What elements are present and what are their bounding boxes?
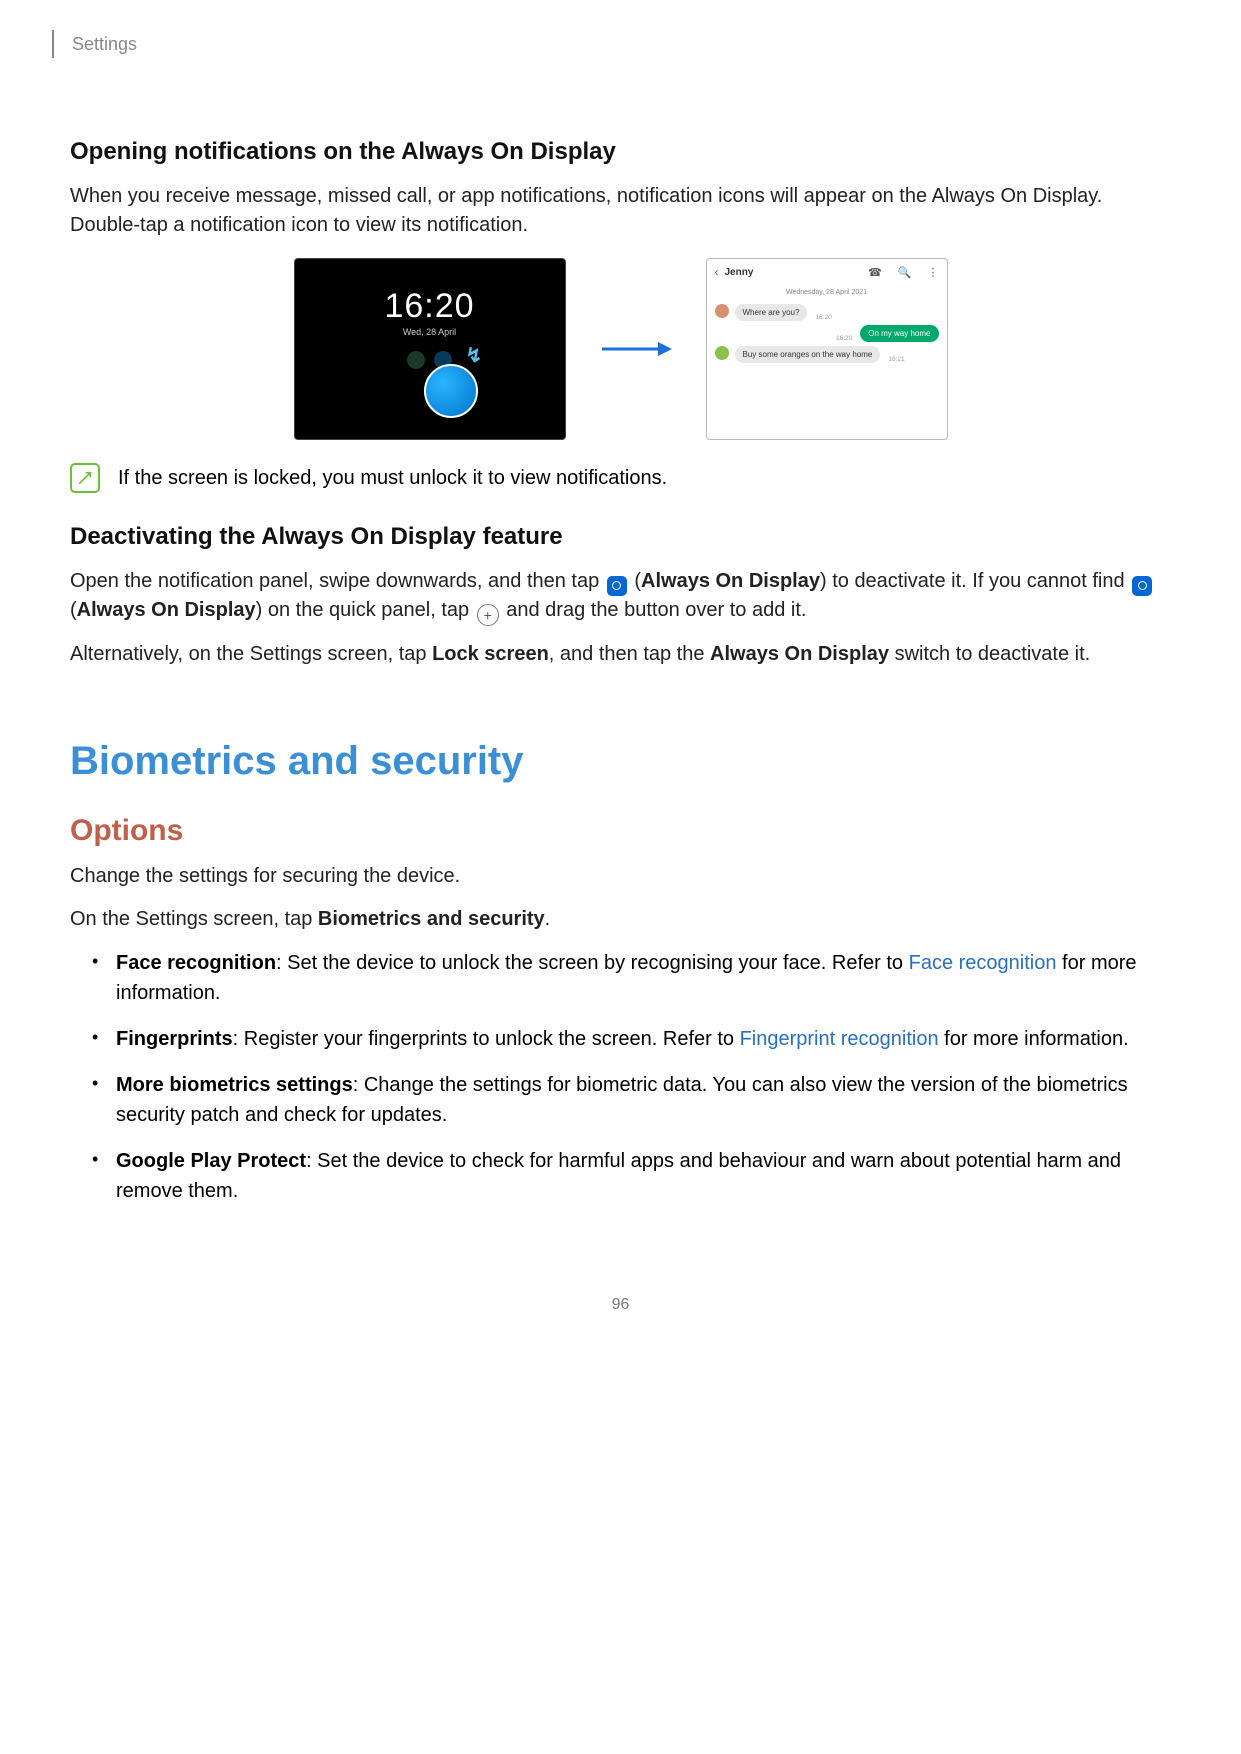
option-face-recognition: Face recognition: Set the device to unlo…: [100, 948, 1171, 1008]
chat-contact-name: Jenny: [725, 267, 754, 278]
aod-tap-cursor-icon: ↯: [466, 343, 488, 365]
chat-timestamp: 16:20: [836, 335, 852, 342]
heading-opening-notifications: Opening notifications on the Always On D…: [70, 138, 1171, 166]
aod-screenshot: 16:20 Wed, 28 April ↯: [294, 258, 566, 440]
text: ) to deactivate it. If you cannot find: [820, 570, 1130, 592]
text: : Set the device to unlock the screen by…: [276, 952, 909, 974]
para-options-intro1: Change the settings for securing the dev…: [70, 862, 1171, 891]
text: : Register your fingerprints to unlock t…: [233, 1028, 740, 1050]
aod-notification-icons: [295, 351, 565, 369]
chat-msg-3: Buy some oranges on the way home 16:21: [707, 344, 947, 365]
bold-lockscreen: Lock screen: [432, 643, 549, 665]
heading-deactivating-aod: Deactivating the Always On Display featu…: [70, 523, 1171, 551]
text: On the Settings screen, tap: [70, 908, 318, 930]
aod-tap-indicator: [424, 364, 478, 418]
chat-msg-1: Where are you? 16:20: [707, 302, 947, 323]
note-text: If the screen is locked, you must unlock…: [118, 462, 667, 492]
text: for more information.: [939, 1028, 1129, 1050]
aod-icon-1: [407, 351, 425, 369]
option-fingerprints: Fingerprints: Register your fingerprints…: [100, 1024, 1171, 1054]
text: switch to deactivate it.: [889, 643, 1090, 665]
option-label: Google Play Protect: [116, 1150, 306, 1172]
option-label: Face recognition: [116, 952, 276, 974]
figure-aod-to-chat: 16:20 Wed, 28 April ↯ ‹ Jenny ☎ 🔍 ⋮ Wedn…: [70, 258, 1171, 440]
back-icon: ‹: [715, 265, 719, 279]
chat-bubble: Buy some oranges on the way home: [735, 346, 881, 363]
option-label: More biometrics settings: [116, 1074, 353, 1096]
chat-header: ‹ Jenny ☎ 🔍 ⋮: [707, 259, 947, 285]
options-list: Face recognition: Set the device to unlo…: [70, 948, 1171, 1206]
aod-quick-icon: [607, 576, 627, 596]
arrow-icon: [596, 339, 676, 359]
text: (: [629, 570, 641, 592]
text: , and then tap the: [549, 643, 710, 665]
bold-aod: Always On Display: [641, 570, 820, 592]
chat-timestamp: 16:21: [888, 356, 904, 363]
text: Open the notification panel, swipe downw…: [70, 570, 605, 592]
text: ) on the quick panel, tap: [256, 599, 475, 621]
chat-msg-2: 16:20 On my way home: [707, 323, 947, 344]
breadcrumb: Settings: [52, 30, 1171, 58]
more-icon: ⋮: [928, 266, 939, 279]
chat-screenshot: ‹ Jenny ☎ 🔍 ⋮ Wednesday, 28 April 2021 W…: [706, 258, 948, 440]
bold-aod: Always On Display: [77, 599, 256, 621]
title-biometrics: Biometrics and security: [70, 739, 1171, 784]
text: Alternatively, on the Settings screen, t…: [70, 643, 432, 665]
search-icon: 🔍: [898, 266, 912, 279]
para-options-intro2: On the Settings screen, tap Biometrics a…: [70, 905, 1171, 934]
phone-icon: ☎: [868, 266, 882, 279]
para-deactivate-2: Alternatively, on the Settings screen, t…: [70, 640, 1171, 669]
bold-biometrics: Biometrics and security: [318, 908, 545, 930]
chat-date: Wednesday, 28 April 2021: [707, 285, 947, 302]
aod-time: 16:20: [295, 287, 565, 326]
plus-icon: +: [477, 604, 499, 626]
avatar-icon: [715, 346, 729, 360]
avatar-icon: [715, 304, 729, 318]
link-fingerprint-recognition[interactable]: Fingerprint recognition: [740, 1028, 939, 1050]
page-number: 96: [70, 1296, 1171, 1314]
chat-timestamp: 16:20: [815, 314, 831, 321]
note-icon: [70, 463, 100, 493]
para-deactivate-1: Open the notification panel, swipe downw…: [70, 567, 1171, 626]
option-google-play-protect: Google Play Protect: Set the device to c…: [100, 1146, 1171, 1206]
text: .: [545, 908, 551, 930]
para-opening-notifications: When you receive message, missed call, o…: [70, 182, 1171, 240]
option-more-biometrics: More biometrics settings: Change the set…: [100, 1070, 1171, 1130]
link-face-recognition[interactable]: Face recognition: [909, 952, 1057, 974]
aod-date: Wed, 28 April: [295, 327, 565, 337]
text: and drag the button over to add it.: [501, 599, 807, 621]
bold-aod: Always On Display: [710, 643, 889, 665]
subtitle-options: Options: [70, 814, 1171, 848]
chat-bubble: Where are you?: [735, 304, 808, 321]
note-unlock: If the screen is locked, you must unlock…: [70, 462, 1171, 493]
aod-quick-icon: [1132, 576, 1152, 596]
chat-bubble-mine: On my way home: [860, 325, 938, 342]
text: (: [70, 599, 77, 621]
option-label: Fingerprints: [116, 1028, 233, 1050]
